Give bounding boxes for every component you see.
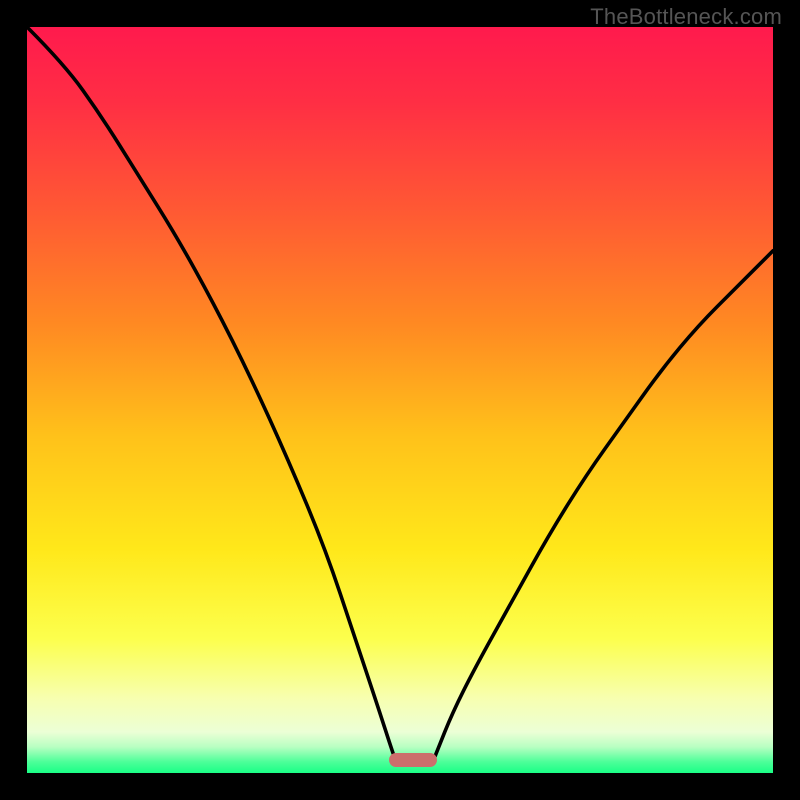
watermark-text: TheBottleneck.com — [590, 4, 782, 30]
curve-layer — [27, 27, 773, 773]
chart-frame: TheBottleneck.com — [0, 0, 800, 800]
plot-area — [27, 27, 773, 773]
right-curve — [433, 251, 773, 762]
left-curve — [27, 27, 396, 762]
bottleneck-marker — [389, 753, 437, 767]
